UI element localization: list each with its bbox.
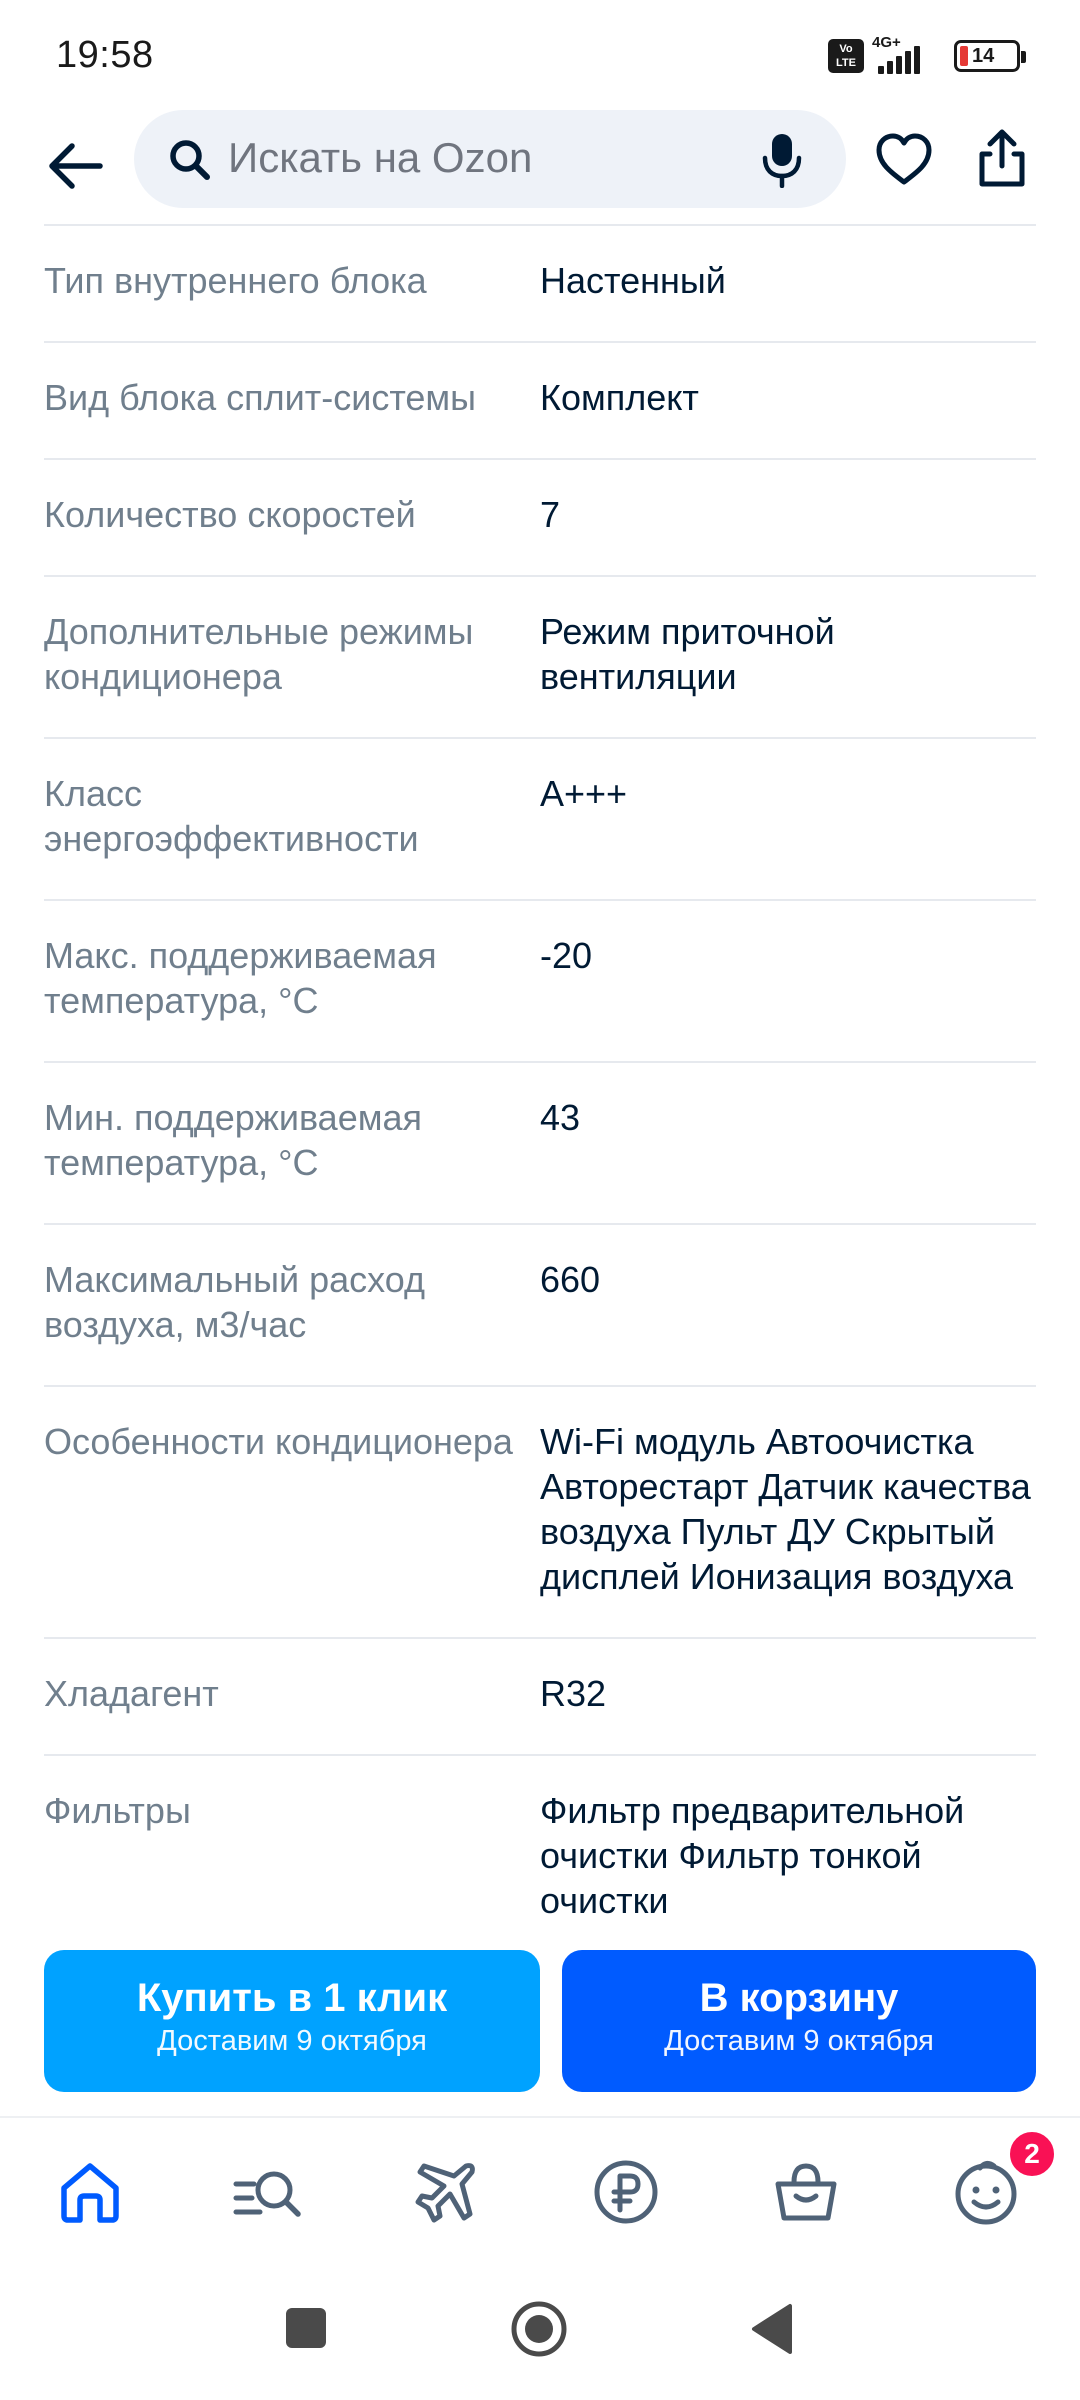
bottom-tab-bar: [0, 2118, 1080, 2266]
spec-label: Количество скоростей: [44, 494, 416, 535]
share-icon: [979, 129, 1025, 187]
product-specs-screen: 19:58 Vo LTE 4G+ 14 Искать на Ozon Тип в…: [0, 0, 1080, 2400]
favorite-button[interactable]: [874, 132, 934, 188]
share-button[interactable]: [974, 126, 1030, 190]
spec-row: Максимальный расход воздуха, м3/час 660: [44, 1223, 1036, 1385]
ruble-icon: [594, 2160, 658, 2224]
status-bar: 19:58 Vo LTE 4G+ 14: [0, 0, 1080, 110]
system-navigation-bar: [0, 2266, 1080, 2400]
spec-label: Хладагент: [44, 1673, 219, 1714]
home-icon: [61, 2163, 119, 2223]
add-to-cart-delivery: Доставим 9 октября: [664, 2025, 934, 2057]
spec-value: -20: [540, 935, 593, 976]
search-icon: [170, 140, 210, 180]
spec-row: Мин. поддерживаемая температура, °C 43: [44, 1061, 1036, 1223]
spec-value: Режим приточной вентиляции: [540, 611, 835, 697]
tab-travel[interactable]: [410, 2156, 482, 2228]
buy-one-click-button[interactable]: Купить в 1 клик Доставим 9 октября: [44, 1950, 540, 2092]
circle-icon[interactable]: [510, 2300, 568, 2358]
spec-value: A+++: [540, 773, 628, 814]
back-button[interactable]: [40, 130, 112, 202]
tab-finance[interactable]: [590, 2156, 662, 2228]
microphone-icon[interactable]: [760, 132, 804, 188]
spec-label: Макс. поддерживаемая температура, °C: [44, 935, 437, 1021]
spec-row: Особенности кондиционера Wi-Fi модуль Ав…: [44, 1385, 1036, 1637]
spec-row: Хладагент R32: [44, 1637, 1036, 1754]
catalog-search-icon: [233, 2171, 301, 2217]
spec-label: Особенности кондиционера: [44, 1421, 513, 1462]
network-type: 4G+: [872, 34, 901, 51]
spec-row: Вид блока сплит-системы Комплект: [44, 341, 1036, 458]
spec-label: Класс энергоэффективности: [44, 773, 419, 859]
spec-row: Фильтры Фильтр предварительной очистки Ф…: [44, 1754, 1036, 1961]
spec-label: Вид блока сплит-системы: [44, 377, 477, 418]
spec-label: Максимальный расход воздуха, м3/час: [44, 1259, 425, 1345]
tab-catalog[interactable]: [232, 2156, 304, 2228]
spec-row: Дополнительные режимы кондиционера Режим…: [44, 575, 1036, 737]
airplane-icon: [415, 2163, 475, 2223]
status-time: 19:58: [56, 34, 154, 76]
purchase-actions: Купить в 1 клик Доставим 9 октября В кор…: [44, 1950, 1036, 2092]
spec-value: Настенный: [540, 260, 726, 301]
spec-value: 43: [540, 1097, 581, 1138]
buy-one-click-label: Купить в 1 клик: [136, 1976, 448, 2020]
status-indicators: Vo LTE 4G+ 14: [828, 34, 1026, 74]
search-placeholder: Искать на Ozon: [228, 134, 533, 181]
spec-label: Фильтры: [44, 1790, 191, 1831]
spec-label: Мин. поддерживаемая температура, °C: [44, 1097, 422, 1183]
tab-cart[interactable]: [770, 2156, 842, 2228]
triangle-back-icon[interactable]: [748, 2302, 796, 2356]
signal-icon: 4G+: [872, 34, 944, 74]
add-to-cart-label: В корзину: [699, 1976, 899, 2020]
add-to-cart-button[interactable]: В корзину Доставим 9 октября: [562, 1950, 1036, 2092]
search-input[interactable]: Искать на Ozon: [134, 110, 846, 208]
spec-value: Комплект: [540, 377, 699, 418]
spec-value: 7: [540, 494, 561, 535]
battery-level-fill: [960, 46, 968, 66]
spec-label: Тип внутреннего блока: [44, 260, 427, 301]
specs-table: Тип внутреннего блока Настенный Вид блок…: [44, 224, 1036, 1961]
header: Искать на Ozon: [0, 110, 1080, 220]
spec-value: 660: [540, 1259, 601, 1300]
spec-value: Фильтр предварительной очистки Фильтр то…: [540, 1790, 965, 1921]
square-icon[interactable]: [284, 2306, 328, 2350]
spec-value: Wi-Fi модуль Автоочистка Авторестарт Дат…: [540, 1421, 1031, 1597]
spec-value: R32: [540, 1673, 607, 1714]
spec-row: Количество скоростей 7: [44, 458, 1036, 575]
profile-notification-badge: 2: [1006, 2128, 1058, 2180]
spec-row: Макс. поддерживаемая температура, °C -20: [44, 899, 1036, 1061]
battery-level: 14: [972, 44, 995, 67]
tab-home[interactable]: [54, 2156, 126, 2228]
arrow-left-icon: [49, 143, 103, 189]
spec-row: Класс энергоэффективности A+++: [44, 737, 1036, 899]
spec-row: Тип внутреннего блока Настенный: [44, 224, 1036, 341]
battery-icon: 14: [954, 40, 1026, 72]
basket-icon: [775, 2163, 837, 2221]
spec-label: Дополнительные режимы кондиционера: [44, 611, 474, 697]
volte-icon: Vo LTE: [828, 39, 864, 73]
heart-icon: [876, 133, 932, 185]
buy-one-click-delivery: Доставим 9 октября: [157, 2025, 427, 2057]
